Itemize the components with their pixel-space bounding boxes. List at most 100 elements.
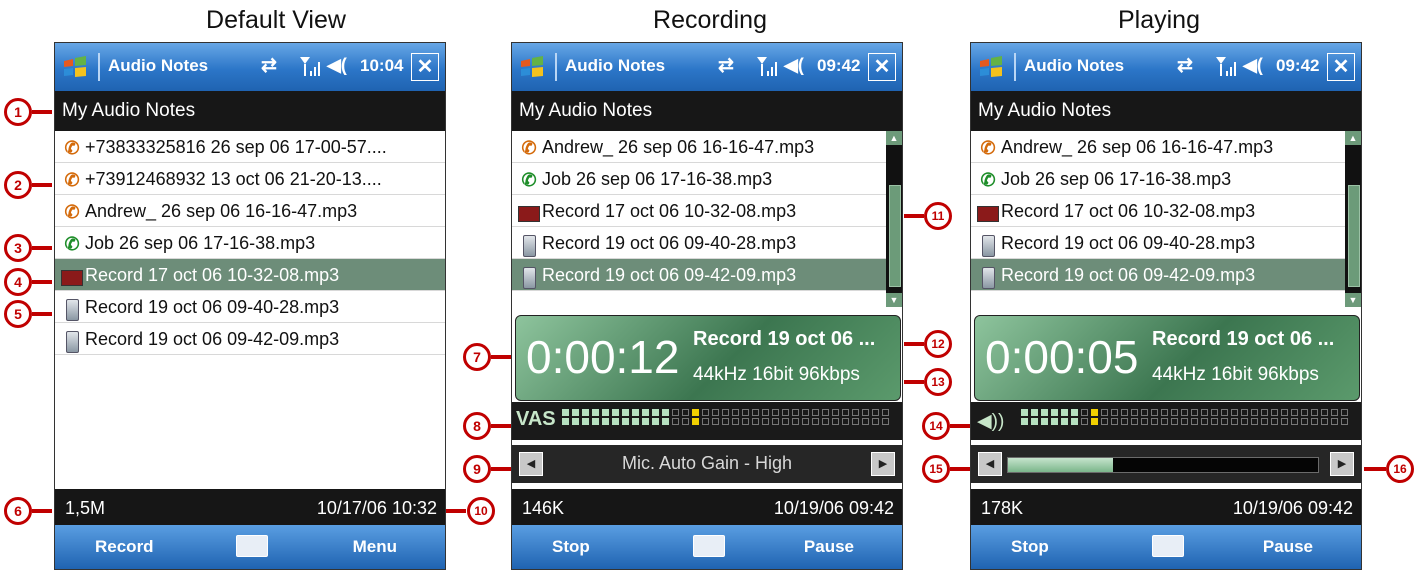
scroll-thumb[interactable]: [1348, 185, 1360, 287]
meter-led: [1021, 418, 1028, 425]
signal-icon[interactable]: [1214, 55, 1238, 79]
meter-led: [1271, 418, 1278, 425]
close-button[interactable]: ✕: [411, 53, 439, 81]
memory-size: 1,5M: [65, 498, 106, 518]
scroll-up-icon[interactable]: ▲: [1345, 131, 1361, 145]
callout-arrow: [904, 214, 924, 218]
list-item[interactable]: ✆ Job 26 sep 06 17-16-38.mp3: [971, 163, 1347, 195]
keyboard-icon[interactable]: [236, 535, 268, 557]
scroll-down-icon[interactable]: ▼: [886, 293, 902, 307]
list-item[interactable]: ✆ +73833325816 26 sep 06 17-00-57....: [55, 131, 445, 163]
list-item[interactable]: Record 19 oct 06 09-40-28.mp3: [512, 227, 888, 259]
volume-icon[interactable]: ◀︎(: [784, 55, 804, 76]
sync-icon[interactable]: ⇄: [261, 54, 277, 77]
sync-icon[interactable]: ⇄: [1177, 54, 1193, 77]
gain-setting[interactable]: Mic. Auto Gain - High: [552, 453, 862, 474]
record-softkey[interactable]: Record: [95, 537, 154, 557]
list-item[interactable]: Record 19 oct 06 09-40-28.mp3: [55, 291, 445, 323]
signal-icon[interactable]: [755, 55, 779, 79]
meter-led: [702, 409, 709, 416]
callout-13: 13: [924, 368, 952, 396]
list-scrollbar[interactable]: ▲ ▼: [886, 131, 902, 307]
clock[interactable]: 10:04: [360, 56, 403, 76]
next-arrow-icon[interactable]: ▶: [871, 452, 895, 476]
list-item-selected[interactable]: Record 19 oct 06 09-42-09.mp3: [971, 259, 1347, 291]
phone-in-icon: ✆: [64, 234, 80, 255]
meter-leds: [1021, 409, 1350, 425]
stop-softkey[interactable]: Stop: [1011, 537, 1049, 557]
list-item-selected[interactable]: Record 19 oct 06 09-42-09.mp3: [512, 259, 888, 291]
meter-led: [632, 418, 639, 425]
list-item-label: Andrew_ 26 sep 06 16-16-47.mp3: [1001, 137, 1274, 157]
speaker-icon[interactable]: ◀︎)): [977, 410, 1004, 433]
seek-control: ◀ ▶: [971, 445, 1361, 483]
meter-led: [692, 409, 699, 416]
keyboard-icon[interactable]: [1152, 535, 1184, 557]
callout-arrow: [950, 467, 970, 471]
meter-led: [1021, 409, 1028, 416]
previous-arrow-icon[interactable]: ◀: [519, 452, 543, 476]
list-item[interactable]: ✆ Andrew_ 26 sep 06 16-16-47.mp3: [55, 195, 445, 227]
softkey-bar: Stop Pause: [512, 525, 902, 569]
list-item[interactable]: Record 19 oct 06 09-42-09.mp3: [55, 323, 445, 355]
list-scrollbar[interactable]: ▲ ▼: [1345, 131, 1361, 307]
list-item[interactable]: ✆ Andrew_ 26 sep 06 16-16-47.mp3: [512, 131, 888, 163]
meter-led: [702, 418, 709, 425]
close-button[interactable]: ✕: [1327, 53, 1355, 81]
meter-led: [1311, 418, 1318, 425]
vas-label[interactable]: VAS: [516, 408, 556, 431]
meter-led: [682, 418, 689, 425]
clock[interactable]: 09:42: [1276, 56, 1319, 76]
scroll-up-icon[interactable]: ▲: [886, 131, 902, 145]
meter-led: [752, 418, 759, 425]
list-item-label: Record 19 oct 06 09-42-09.mp3: [85, 329, 340, 349]
start-menu-icon[interactable]: [61, 53, 89, 81]
start-menu-icon[interactable]: [977, 53, 1005, 81]
callout-4: 4: [4, 268, 32, 296]
volume-icon[interactable]: ◀︎(: [327, 55, 347, 76]
meter-led: [1171, 418, 1178, 425]
list-item[interactable]: ✆ Job 26 sep 06 17-16-38.mp3: [512, 163, 888, 195]
stop-softkey[interactable]: Stop: [552, 537, 590, 557]
title-bar: Audio Notes ⇄ ◀︎( 09:42 ✕: [512, 43, 902, 91]
pause-softkey[interactable]: Pause: [804, 537, 854, 557]
start-menu-icon[interactable]: [518, 53, 546, 81]
clock[interactable]: 09:42: [817, 56, 860, 76]
meter-led: [1181, 418, 1188, 425]
close-button[interactable]: ✕: [868, 53, 896, 81]
list-item-selected[interactable]: Record 17 oct 06 10-32-08.mp3: [55, 259, 445, 291]
list-item-label: Record 19 oct 06 09-42-09.mp3: [542, 265, 797, 285]
scroll-thumb[interactable]: [889, 185, 901, 287]
record-icon: [59, 260, 85, 290]
list-item[interactable]: ✆ +73912468932 13 oct 06 21-20-13....: [55, 163, 445, 195]
meter-led: [752, 409, 759, 416]
list-item[interactable]: Record 17 oct 06 10-32-08.mp3: [512, 195, 888, 227]
signal-icon[interactable]: [298, 55, 322, 79]
menu-softkey[interactable]: Menu: [353, 537, 397, 557]
callout-14: 14: [922, 412, 950, 440]
list-item[interactable]: ✆ Andrew_ 26 sep 06 16-16-47.mp3: [971, 131, 1347, 163]
meter-led: [1151, 418, 1158, 425]
meter-led: [812, 409, 819, 416]
list-item[interactable]: Record 19 oct 06 09-40-28.mp3: [971, 227, 1347, 259]
callout-arrow: [491, 355, 511, 359]
rewind-arrow-icon[interactable]: ◀: [978, 452, 1002, 476]
pause-softkey[interactable]: Pause: [1263, 537, 1313, 557]
meter-led: [1211, 418, 1218, 425]
list-item[interactable]: Record 17 oct 06 10-32-08.mp3: [971, 195, 1347, 227]
sync-icon[interactable]: ⇄: [718, 54, 734, 77]
meter-led: [1261, 409, 1268, 416]
callout-arrow: [950, 424, 970, 428]
meter-led: [612, 409, 619, 416]
meter-led: [732, 418, 739, 425]
list-item[interactable]: ✆ Job 26 sep 06 17-16-38.mp3: [55, 227, 445, 259]
progress-bar[interactable]: [1007, 457, 1319, 473]
meter-led: [862, 409, 869, 416]
volume-icon[interactable]: ◀︎(: [1243, 55, 1263, 76]
keyboard-icon[interactable]: [693, 535, 725, 557]
meter-led: [1051, 409, 1058, 416]
callout-12: 12: [924, 330, 952, 358]
scroll-down-icon[interactable]: ▼: [1345, 293, 1361, 307]
forward-arrow-icon[interactable]: ▶: [1330, 452, 1354, 476]
meter-led: [742, 409, 749, 416]
